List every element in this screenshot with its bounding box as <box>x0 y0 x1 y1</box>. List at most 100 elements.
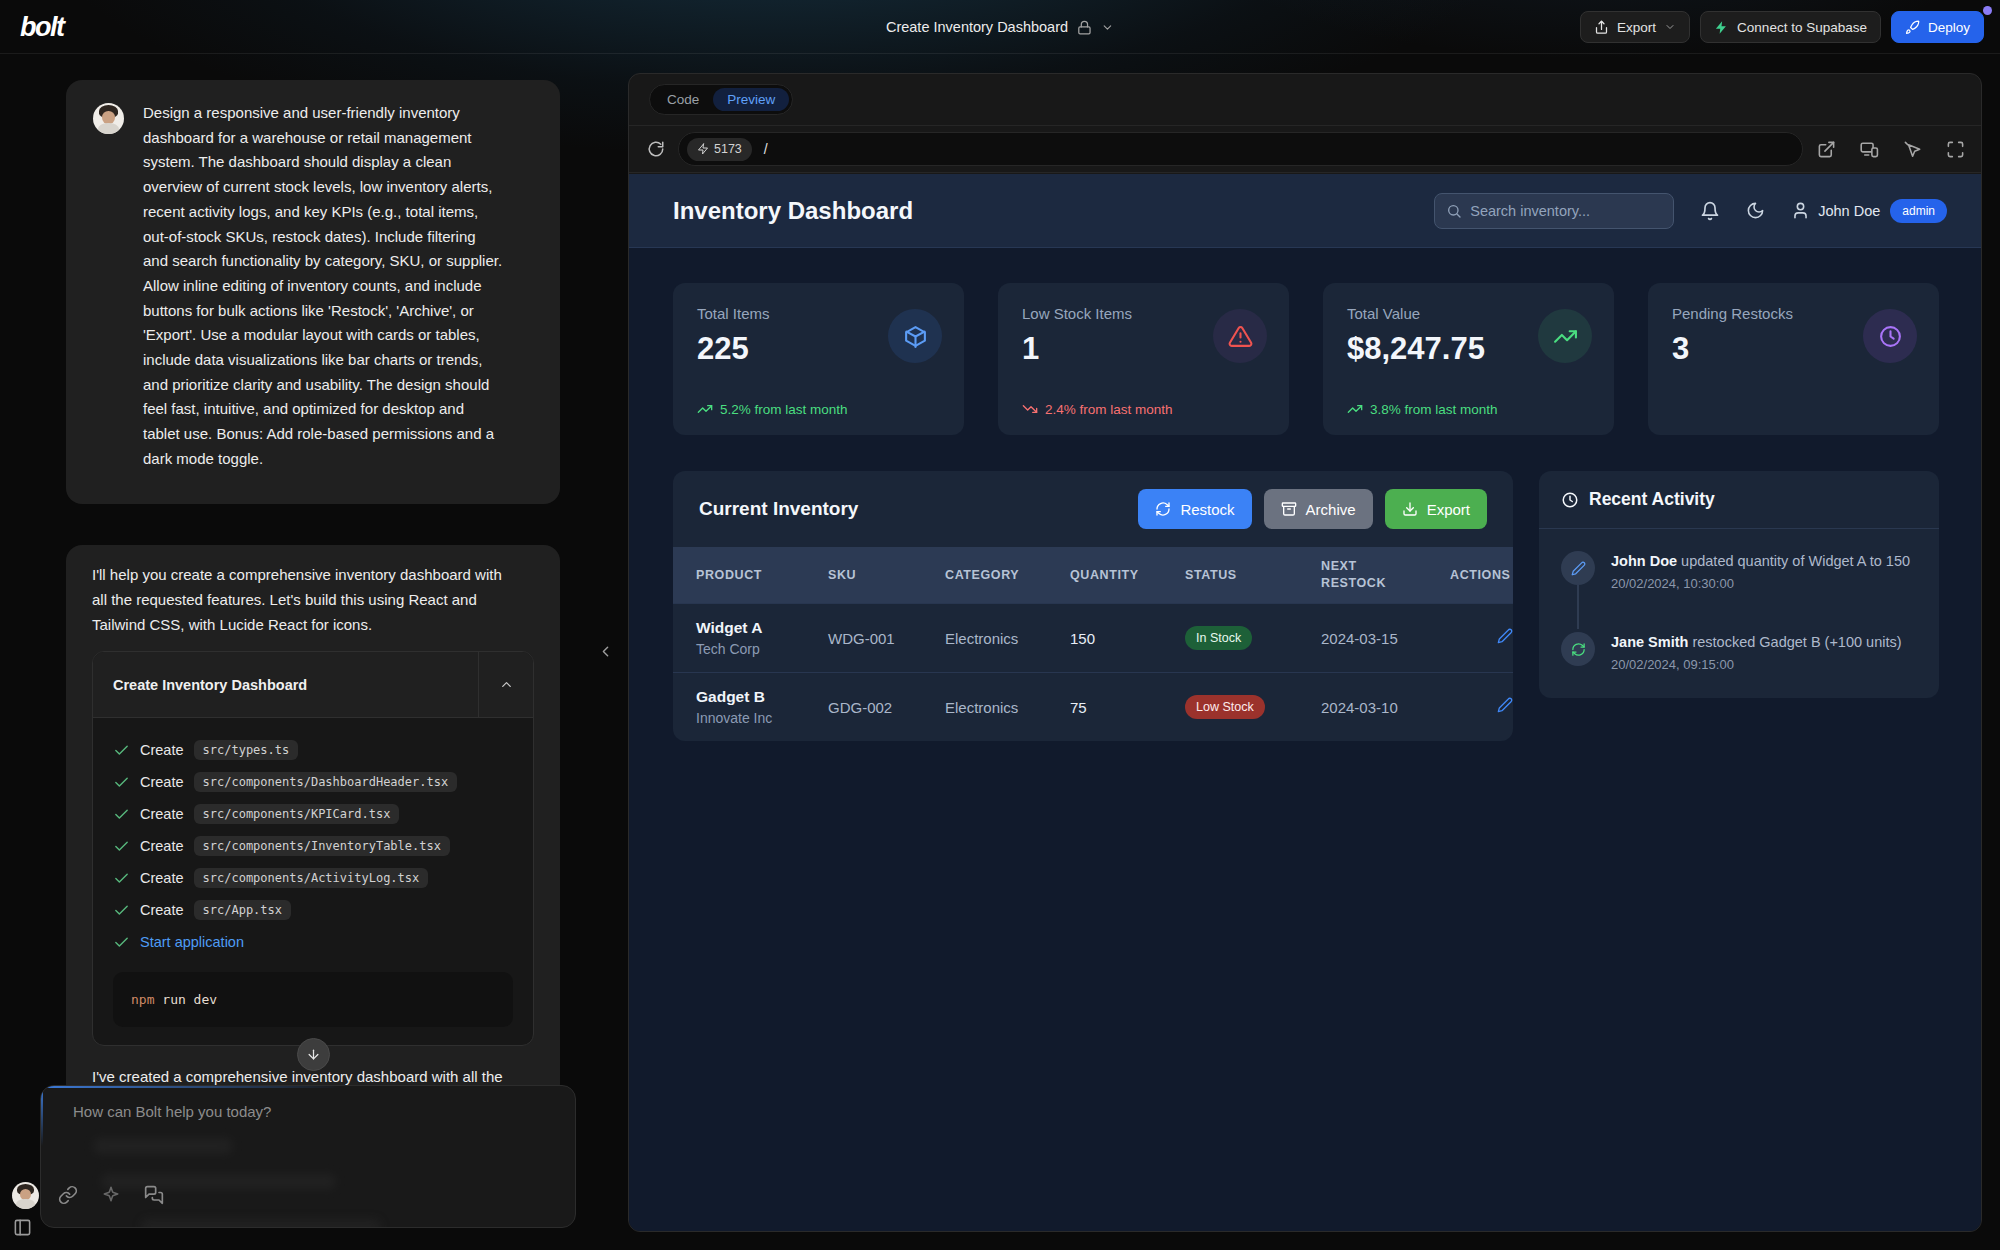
status-badge: Low Stock <box>1185 695 1265 719</box>
export-button[interactable]: Export <box>1385 489 1487 529</box>
discuss-mode-icon[interactable] <box>144 1185 164 1205</box>
address-field[interactable]: 5173 / <box>678 132 1803 166</box>
tab-preview[interactable]: Preview <box>713 88 789 111</box>
check-icon <box>113 870 130 887</box>
artifact-action: Create src/types.ts <box>113 734 513 766</box>
preview-url-bar: 5173 / <box>629 126 1981 173</box>
workbench-tabs: Code Preview <box>629 74 1981 126</box>
artifact-action: Create src/App.tsx <box>113 894 513 926</box>
archive-button[interactable]: Archive <box>1264 489 1373 529</box>
inventory-title: Current Inventory <box>699 498 1126 520</box>
user-menu[interactable]: John Doe <box>1791 201 1880 220</box>
responsive-devices-icon[interactable] <box>1860 140 1879 159</box>
quantity-cell[interactable]: 75 <box>1070 673 1185 742</box>
package-icon <box>888 309 942 363</box>
activity-timestamp: 20/02/2024, 09:15:00 <box>1611 657 1902 672</box>
bolt-logo[interactable]: bolt <box>20 12 63 43</box>
deploy-label: Deploy <box>1928 20 1970 35</box>
kpi-row: Total Items 225 5.2% from last month Low… <box>673 283 1939 435</box>
user-name: John Doe <box>1818 203 1880 219</box>
activity-user: Jane Smith <box>1611 634 1688 650</box>
category-cell: Electronics <box>945 604 1070 673</box>
ghost-suggestion <box>93 1138 233 1154</box>
check-icon <box>113 774 130 791</box>
kpi-card-total-value: Total Value $8,247.75 3.8% from last mon… <box>1323 283 1614 435</box>
file-chip[interactable]: src/components/KPICard.tsx <box>194 804 400 824</box>
inventory-search-input[interactable]: Search inventory... <box>1434 193 1674 229</box>
dark-mode-toggle-icon[interactable] <box>1746 201 1765 220</box>
scroll-to-bottom-button[interactable] <box>297 1038 330 1071</box>
edit-icon[interactable] <box>1497 699 1513 716</box>
activity-action: updated quantity of Widget A to 150 <box>1681 553 1910 569</box>
search-placeholder: Search inventory... <box>1470 203 1590 219</box>
shell-command-block: npm run dev <box>113 972 513 1027</box>
attach-link-icon[interactable] <box>58 1185 78 1205</box>
restock-button[interactable]: Restock <box>1138 489 1251 529</box>
quantity-cell[interactable]: 150 <box>1070 604 1185 673</box>
project-title-group[interactable]: Create Inventory Dashboard <box>886 0 1114 54</box>
workbench-panel: Code Preview 5173 / Inventory Dashboard … <box>628 73 1982 1232</box>
check-icon <box>113 934 130 951</box>
kpi-trend: 5.2% from last month <box>697 401 848 417</box>
collapse-artifact-button[interactable] <box>478 652 533 718</box>
tab-code[interactable]: Code <box>653 88 713 111</box>
reload-icon[interactable] <box>647 140 665 158</box>
activity-title: Recent Activity <box>1589 489 1715 510</box>
supabase-label: Connect to Supabase <box>1737 20 1867 35</box>
start-application-row: Start application <box>113 926 513 958</box>
export-button[interactable]: Export <box>1580 11 1690 43</box>
product-supplier: Innovate Inc <box>696 710 828 726</box>
edit-icon[interactable] <box>1497 630 1513 647</box>
dashboard-header: Inventory Dashboard Search inventory... … <box>629 174 1981 248</box>
collapse-chat-icon[interactable] <box>597 643 614 660</box>
toggle-sidebar-icon[interactable] <box>13 1218 32 1237</box>
enhance-prompt-icon[interactable] <box>102 1185 120 1205</box>
archive-icon <box>1281 501 1297 517</box>
start-application-link[interactable]: Start application <box>140 934 244 950</box>
refresh-icon <box>1155 501 1171 517</box>
refresh-icon <box>1561 632 1595 666</box>
bell-icon[interactable] <box>1700 201 1720 221</box>
product-name: Widget A <box>696 619 828 637</box>
search-icon <box>1446 203 1462 219</box>
file-chip[interactable]: src/components/DashboardHeader.tsx <box>194 772 458 792</box>
trending-up-icon <box>697 401 713 417</box>
dashboard-title: Inventory Dashboard <box>673 197 1434 225</box>
chevron-down-icon <box>1101 21 1114 34</box>
action-verb: Create <box>140 742 184 758</box>
inspector-icon[interactable] <box>1903 140 1922 159</box>
download-icon <box>1402 501 1418 517</box>
role-badge: admin <box>1890 199 1947 223</box>
action-verb: Create <box>140 774 184 790</box>
timeline-connector <box>1577 585 1579 629</box>
edit-icon <box>1561 551 1595 585</box>
file-chip[interactable]: src/components/ActivityLog.tsx <box>194 868 429 888</box>
connect-supabase-button[interactable]: Connect to Supabase <box>1700 11 1881 43</box>
artifact-action: Create src/components/ActivityLog.tsx <box>113 862 513 894</box>
user-message-text: Design a responsive and user-friendly in… <box>143 101 503 472</box>
chat-input-box[interactable]: How can Bolt help you today? <box>40 1085 576 1228</box>
sku-cell: GDG-002 <box>828 673 945 742</box>
artifact-action: Create src/components/InventoryTable.tsx <box>113 830 513 862</box>
recent-activity-card: Recent Activity John Doe updated quantit… <box>1539 471 1939 698</box>
user-avatar <box>93 103 124 134</box>
artifact-title: Create Inventory Dashboard <box>93 677 478 693</box>
file-chip[interactable]: src/components/InventoryTable.tsx <box>194 836 450 856</box>
current-inventory-card: Current Inventory Restock Archive Export <box>673 471 1513 741</box>
action-verb: Create <box>140 902 184 918</box>
file-chip[interactable]: src/types.ts <box>194 740 299 760</box>
port-badge[interactable]: 5173 <box>687 138 752 161</box>
file-chip[interactable]: src/App.tsx <box>194 900 291 920</box>
user-avatar[interactable] <box>12 1182 39 1209</box>
open-external-icon[interactable] <box>1817 140 1836 159</box>
fullscreen-icon[interactable] <box>1946 140 1965 159</box>
check-icon <box>113 902 130 919</box>
inventory-row-gadget-b: Gadget BInnovate Inc GDG-002 Electronics… <box>673 673 1513 742</box>
artifact-header[interactable]: Create Inventory Dashboard <box>93 652 533 718</box>
action-verb: Create <box>140 838 184 854</box>
project-title: Create Inventory Dashboard <box>886 19 1068 35</box>
check-icon <box>113 742 130 759</box>
artifact-action: Create src/components/KPICard.tsx <box>113 798 513 830</box>
deploy-button[interactable]: Deploy <box>1891 11 1984 43</box>
user-message-card: Design a responsive and user-friendly in… <box>66 80 560 504</box>
